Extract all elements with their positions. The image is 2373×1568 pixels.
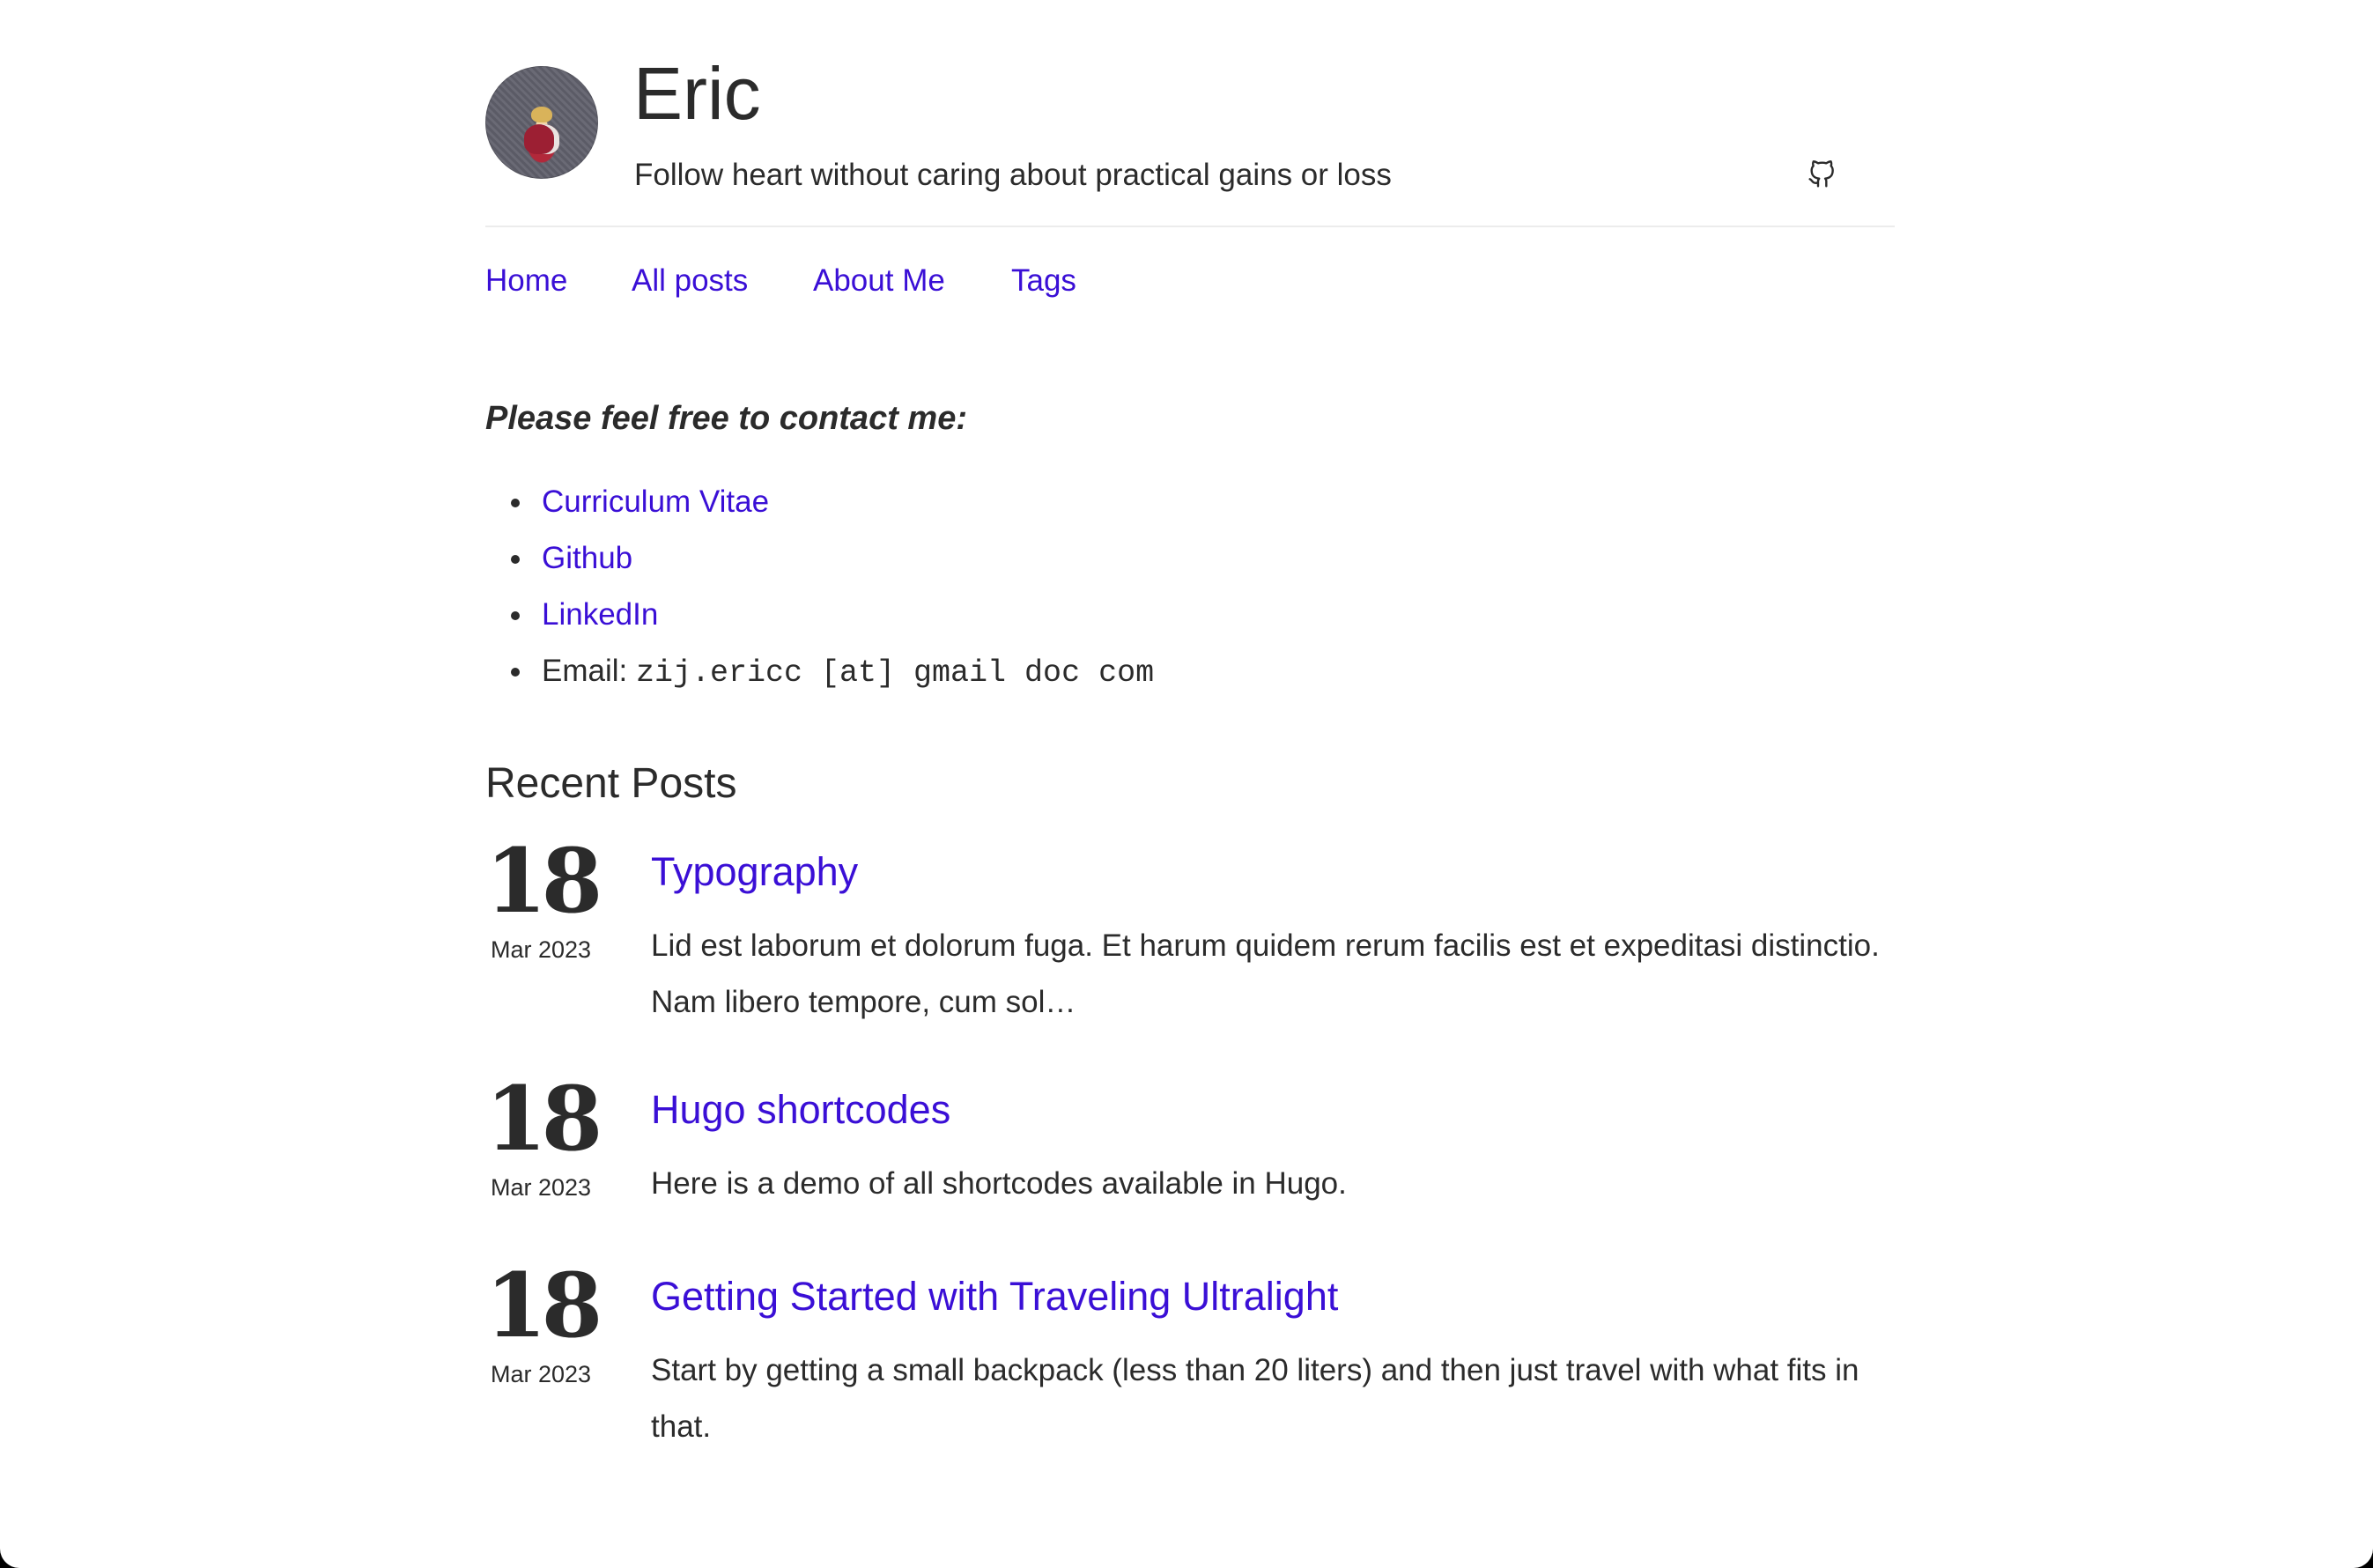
email-value: zij.ericc [at] gmail doc com bbox=[635, 655, 1155, 691]
post-day: 18 bbox=[485, 1067, 602, 1171]
nav-about-me[interactable]: About Me bbox=[813, 263, 945, 299]
cv-link[interactable]: Curriculum Vitae bbox=[542, 484, 769, 519]
post-title-link[interactable]: Typography bbox=[651, 849, 858, 895]
post-title-link[interactable]: Getting Started with Traveling Ultraligh… bbox=[651, 1274, 1338, 1320]
nav-home[interactable]: Home bbox=[485, 263, 567, 299]
nav-tags[interactable]: Tags bbox=[1011, 263, 1076, 299]
list-item: Email: zij.ericc [at] gmail doc com bbox=[485, 652, 1154, 708]
contact-heading: Please feel free to contact me: bbox=[485, 400, 967, 437]
avatar-figure-body bbox=[524, 124, 559, 154]
github-link[interactable]: Github bbox=[542, 541, 632, 575]
nav-all-posts[interactable]: All posts bbox=[632, 263, 748, 299]
post-day: 18 bbox=[485, 1254, 602, 1357]
linkedin-link[interactable]: LinkedIn bbox=[542, 597, 658, 632]
contact-list: Curriculum Vitae Github LinkedIn Email: … bbox=[485, 483, 1154, 708]
list-item: LinkedIn bbox=[485, 595, 1154, 652]
post-day: 18 bbox=[485, 829, 602, 933]
post-summary: Here is a demo of all shortcodes availab… bbox=[651, 1166, 1347, 1201]
avatar-figure-hair bbox=[531, 107, 552, 122]
post-summary: Lid est laborum et dolorum fuga. Et haru… bbox=[651, 928, 1880, 1019]
github-icon[interactable] bbox=[1807, 160, 1836, 189]
post-month: Mar 2023 bbox=[490, 1361, 592, 1387]
post-summary: Start by getting a small backpack (less … bbox=[651, 1353, 1859, 1444]
avatar[interactable] bbox=[485, 66, 598, 179]
post-month: Mar 2023 bbox=[490, 1174, 592, 1201]
site-tagline: Follow heart without caring about practi… bbox=[634, 158, 1392, 192]
list-item: Curriculum Vitae bbox=[485, 483, 1154, 539]
content-container: Eric Follow heart without caring about p… bbox=[485, 0, 1895, 1444]
recent-posts-heading: Recent Posts bbox=[485, 760, 737, 807]
email-label: Email: bbox=[542, 654, 628, 688]
post-month: Mar 2023 bbox=[490, 936, 592, 963]
site-header: Eric Follow heart without caring about p… bbox=[485, 0, 1895, 227]
site-title[interactable]: Eric bbox=[633, 56, 761, 130]
post-title-link[interactable]: Hugo shortcodes bbox=[651, 1087, 950, 1133]
page: Eric Follow heart without caring about p… bbox=[0, 0, 2373, 1568]
list-item: Github bbox=[485, 539, 1154, 595]
